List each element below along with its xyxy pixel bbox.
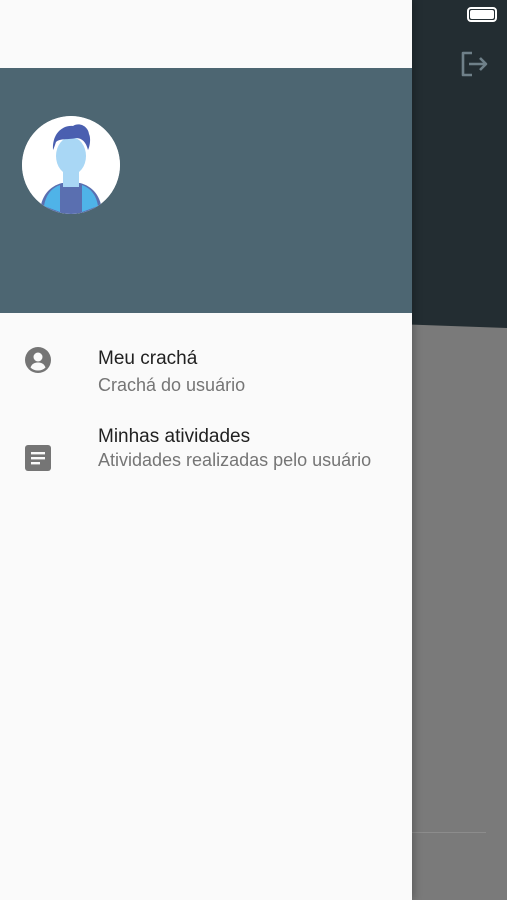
battery-icon	[467, 7, 497, 22]
menu-item-subtitle: Atividades realizadas pelo usuário	[98, 450, 372, 470]
logout-icon	[459, 50, 489, 83]
logout-button[interactable]	[458, 50, 490, 83]
avatar[interactable]	[22, 116, 120, 214]
document-icon	[24, 444, 52, 472]
user-avatar-icon	[22, 116, 120, 214]
menu-item-meu-cracha[interactable]: Meu crachá Crachá do usuário	[0, 340, 412, 410]
menu-item-title: Meu crachá	[98, 348, 198, 369]
drawer-header	[0, 68, 412, 313]
background-divider	[412, 832, 486, 833]
account-circle-icon	[24, 346, 52, 374]
navigation-drawer: Meu crachá Crachá do usuário Minhas ativ…	[0, 0, 412, 900]
status-bar-area	[0, 0, 412, 68]
menu-item-subtitle: Crachá do usuário	[98, 375, 246, 395]
screen: Meu crachá Crachá do usuário Minhas ativ…	[0, 0, 507, 900]
menu-item-title: Minhas atividades	[98, 426, 251, 447]
menu-item-minhas-atividades[interactable]: Minhas atividades Atividades realizadas …	[0, 418, 412, 498]
